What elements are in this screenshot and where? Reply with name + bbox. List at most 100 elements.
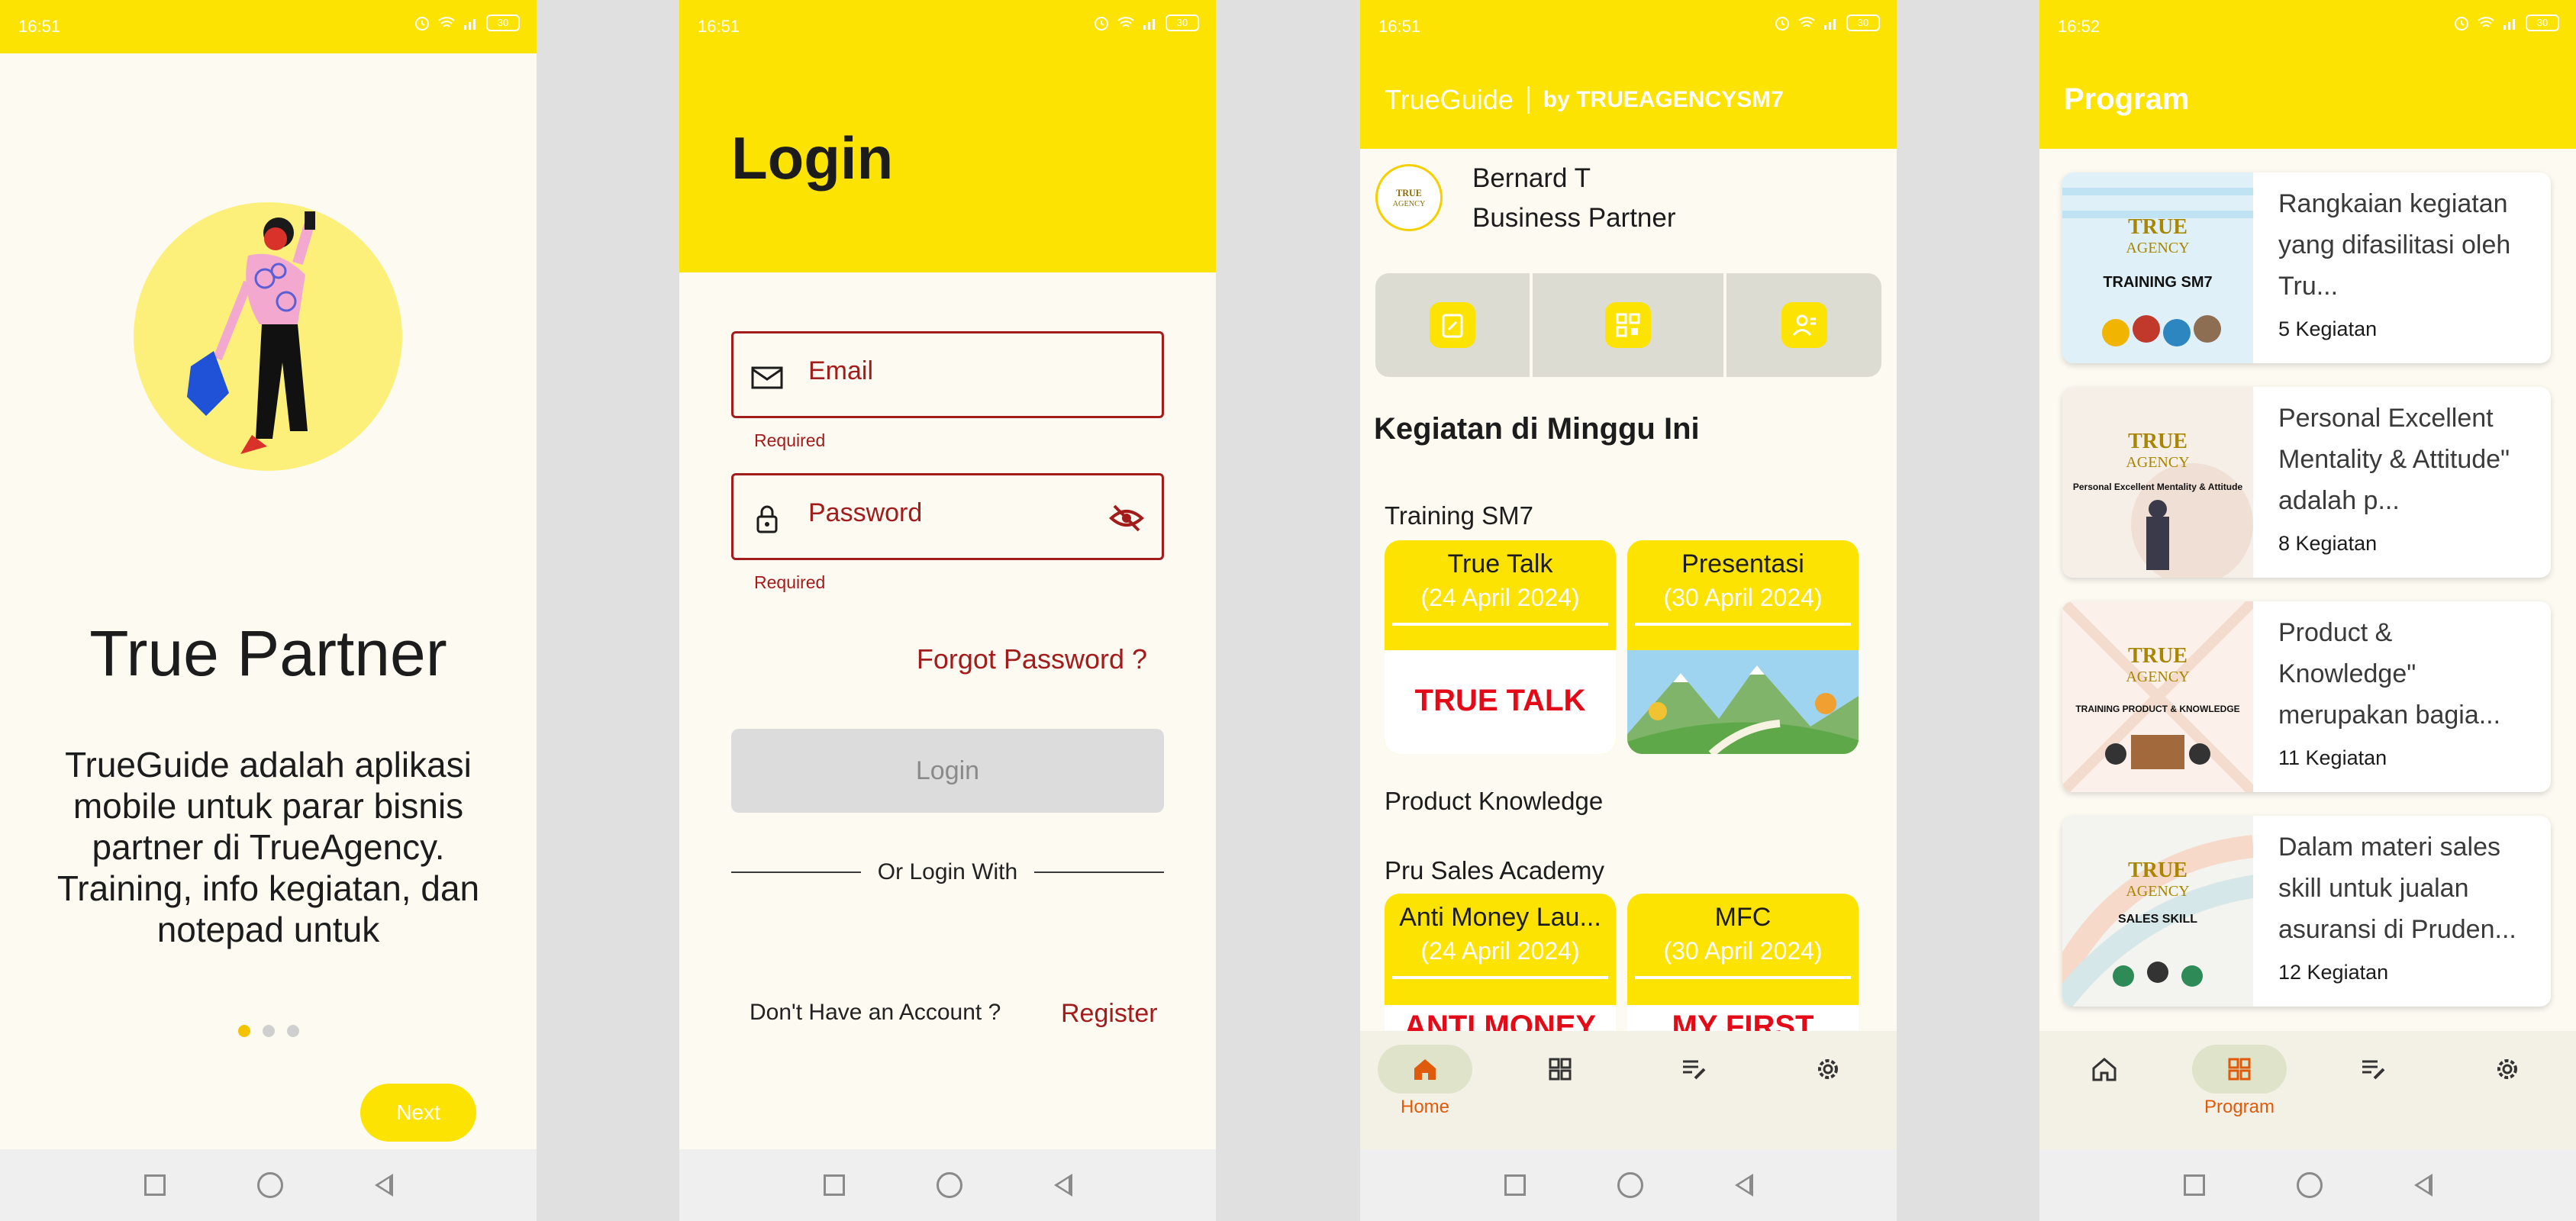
- grid-icon: [1549, 1058, 1572, 1081]
- onboarding-illustration: [134, 202, 402, 471]
- agency-logo-icon: TRUE AGENCY: [1393, 188, 1426, 208]
- home-system-button[interactable]: [256, 1172, 283, 1198]
- activity-date: (30 April 2024): [1663, 937, 1823, 965]
- svg-text:TRAINING SM7: TRAINING SM7: [2103, 274, 2212, 291]
- program-thumbnail: TRUE AGENCY Personal Excellent Mentality…: [2062, 387, 2253, 578]
- status-bar: 16:51 30: [0, 0, 537, 53]
- tab-settings[interactable]: [2458, 1045, 2557, 1129]
- signal-icon: [1143, 19, 1155, 30]
- weekly-activities-title: Kegiatan di Minggu Ini: [1374, 412, 1700, 446]
- program-card[interactable]: TRUE AGENCY Personal Excellent Mentality…: [2062, 387, 2551, 578]
- activity-title: Presentasi: [1681, 549, 1804, 578]
- recents-button[interactable]: [2183, 1174, 2205, 1196]
- divider-line: [731, 871, 861, 873]
- tab-program[interactable]: Program: [2190, 1045, 2289, 1129]
- recents-button[interactable]: [823, 1174, 845, 1196]
- svg-text:AGENCY: AGENCY: [2126, 883, 2189, 900]
- wifi-icon: [1798, 17, 1815, 27]
- program-count: 12 Kegiatan: [2278, 961, 2389, 984]
- program-card[interactable]: TRUE AGENCY SALES SKILL Dalam materi sal…: [2062, 816, 2551, 1007]
- divider-line: [1034, 871, 1164, 873]
- eye-off-icon[interactable]: [1108, 503, 1145, 533]
- tab-home[interactable]: Home: [1375, 1045, 1475, 1129]
- home-system-button[interactable]: [2296, 1172, 2323, 1198]
- home-system-button[interactable]: [1617, 1172, 1643, 1198]
- quick-action-qr[interactable]: [1533, 273, 1723, 377]
- alarm-icon: [2455, 17, 2468, 31]
- user-role: Business Partner: [1472, 203, 1676, 233]
- onboarding-description: TrueGuide adalah aplikasi mobile untuk p…: [56, 745, 480, 949]
- signal-icon: [2503, 19, 2515, 30]
- activity-image-text: ANTI MONEY: [1404, 1010, 1597, 1031]
- activity-image: ANTI MONEY: [1385, 1005, 1616, 1031]
- or-login-with-divider: Or Login With: [731, 859, 1164, 885]
- svg-text:TRUE: TRUE: [2128, 430, 2188, 453]
- password-field[interactable]: Password: [731, 473, 1164, 560]
- activity-card[interactable]: MFC (30 April 2024) MY FIRST: [1627, 894, 1859, 1031]
- activity-date: (30 April 2024): [1663, 584, 1823, 611]
- recents-button[interactable]: [143, 1174, 166, 1196]
- card-divider: [1392, 976, 1608, 979]
- quick-action-notes[interactable]: [1375, 273, 1530, 377]
- status-bar: 16:51 30: [1360, 0, 1897, 53]
- or-login-with-label: Or Login With: [877, 859, 1018, 884]
- tab-home[interactable]: [2055, 1045, 2154, 1129]
- program-card[interactable]: TRUE AGENCY TRAINING PRODUCT & KNOWLEDGE…: [2062, 601, 2551, 792]
- svg-text:AGENCY: AGENCY: [1393, 200, 1426, 208]
- tab-notes[interactable]: [2323, 1045, 2423, 1129]
- alarm-icon: [1095, 17, 1108, 31]
- signal-icon: [1824, 19, 1836, 30]
- recents-button[interactable]: [1504, 1174, 1526, 1196]
- register-link[interactable]: Register: [1061, 999, 1158, 1029]
- program-card[interactable]: TRUE AGENCY TRAINING SM7 Rangkaian kegia…: [2062, 172, 2551, 363]
- signal-icon: [464, 19, 476, 30]
- avatar[interactable]: TRUE AGENCY: [1375, 164, 1443, 231]
- login-button[interactable]: Login: [731, 729, 1164, 813]
- onboarding-title: True Partner: [89, 617, 447, 689]
- activity-title: True Talk: [1447, 549, 1553, 578]
- tab-notes[interactable]: [1644, 1045, 1743, 1129]
- app-name: TrueGuide: [1385, 84, 1514, 115]
- program-thumbnail: TRUE AGENCY SALES SKILL: [2062, 816, 2253, 1007]
- status-time: 16:51: [1378, 17, 1421, 36]
- status-time: 16:51: [698, 17, 740, 36]
- back-button[interactable]: [1053, 1174, 1072, 1197]
- category-label: Product Knowledge: [1385, 787, 1604, 815]
- program-description: Product & Knowledge" merupakan bagia...: [2278, 618, 2501, 730]
- user-name: Bernard T: [1472, 163, 1591, 193]
- next-button[interactable]: Next: [360, 1084, 476, 1142]
- wifi-icon: [438, 17, 455, 27]
- forgot-password-link[interactable]: Forgot Password ?: [917, 643, 1147, 675]
- password-placeholder: Password: [808, 498, 923, 527]
- activity-card[interactable]: True Talk (24 April 2024) TRUE TALK: [1385, 540, 1616, 754]
- status-icons: 30: [2452, 14, 2559, 32]
- battery-icon: 30: [1846, 14, 1880, 31]
- home-icon: [1414, 1059, 1436, 1080]
- home-system-button[interactable]: [936, 1172, 962, 1198]
- back-button[interactable]: [2413, 1174, 2433, 1197]
- back-button[interactable]: [374, 1174, 393, 1197]
- svg-text:TRUE: TRUE: [2128, 859, 2188, 882]
- status-icons: 30: [1773, 14, 1880, 32]
- gear-icon: [1818, 1059, 1838, 1079]
- activity-card[interactable]: Anti Money Lau... (24 April 2024) ANTI M…: [1385, 894, 1616, 1031]
- tab-program[interactable]: [1510, 1045, 1610, 1129]
- password-required-text: Required: [754, 572, 826, 592]
- home-icon: [2092, 1058, 2117, 1081]
- quick-action-profile[interactable]: [1726, 273, 1881, 377]
- no-account-text: Don't Have an Account ?: [750, 1000, 1001, 1025]
- app-header: TrueGuide by TRUEAGENCYSM7: [1360, 53, 1897, 149]
- activity-date: (24 April 2024): [1420, 937, 1580, 965]
- system-nav-bar: [1360, 1149, 1897, 1221]
- tab-settings[interactable]: [1778, 1045, 1878, 1129]
- email-field[interactable]: Email: [731, 331, 1164, 418]
- program-count: 5 Kegiatan: [2278, 317, 2378, 340]
- home-screen: 16:51 30 TrueGuide by TRUEAGENCYSM7 TRUE…: [1360, 0, 1897, 1221]
- activity-card[interactable]: Presentasi (30 April 2024): [1627, 540, 1859, 754]
- program-count: 11 Kegiatan: [2278, 746, 2387, 769]
- card-divider: [1635, 976, 1851, 979]
- svg-text:TRUE: TRUE: [2128, 215, 2188, 239]
- svg-text:TRUE: TRUE: [1396, 188, 1422, 198]
- back-button[interactable]: [1734, 1174, 1753, 1197]
- page-dot: [262, 1025, 275, 1037]
